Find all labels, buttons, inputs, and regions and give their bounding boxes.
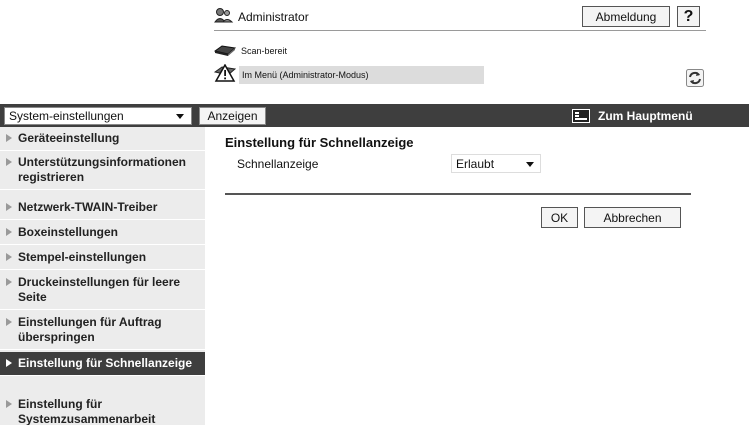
sidebar: Geräteeinstellung Unterstützungsinformat…: [0, 127, 205, 425]
chevron-down-icon: [176, 114, 184, 119]
header-divider: [214, 30, 706, 31]
sidebar-item-label: Einstellung für Schnellanzeige: [18, 356, 193, 370]
main-menu-label: Zum Hauptmenü: [598, 109, 693, 123]
device-status-text: Im Menü (Administrator-Modus): [239, 65, 484, 84]
sidebar-item-skip-job[interactable]: Einstellungen für Auftrag überspringen: [0, 311, 205, 350]
nav-bar: System-einstellungen Anzeigen Zum Hauptm…: [0, 104, 749, 127]
triangle-right-icon: [6, 253, 12, 261]
main-menu-icon: [572, 109, 590, 123]
device-status: Im Menü (Administrator-Modus): [213, 63, 484, 85]
triangle-right-icon: [6, 400, 12, 408]
system-settings-select[interactable]: System-einstellungen: [4, 107, 192, 125]
refresh-icon[interactable]: [686, 69, 704, 87]
logout-button[interactable]: Abmeldung: [582, 6, 670, 27]
user-name: Administrator: [238, 9, 309, 24]
scan-status-text: Scan-bereit: [241, 46, 288, 56]
sidebar-item-label: Unterstützungsinformationen registrieren: [18, 155, 186, 184]
triangle-right-icon: [6, 318, 12, 326]
sidebar-item-device-settings[interactable]: Geräteeinstellung: [0, 127, 205, 151]
admin-icon: [214, 7, 234, 26]
quick-display-label: Schnellanzeige: [237, 157, 319, 171]
system-settings-select-label: System-einstellungen: [9, 109, 124, 123]
triangle-right-icon: [6, 228, 12, 236]
main-menu-link[interactable]: Zum Hauptmenü: [572, 107, 693, 125]
scanner-icon: [213, 44, 237, 58]
quick-display-select[interactable]: Erlaubt: [451, 154, 541, 173]
show-button[interactable]: Anzeigen: [199, 107, 266, 125]
ok-button[interactable]: OK: [541, 207, 578, 228]
divider: [225, 193, 691, 195]
sidebar-item-label: Boxeinstellungen: [18, 225, 119, 239]
page-title: Einstellung für Schnellanzeige: [225, 135, 414, 150]
sidebar-item-label: Stempel-einstellungen: [18, 250, 147, 264]
sidebar-item-label: Einstellung für Systemzusammenarbeit: [18, 397, 156, 425]
sidebar-item-box-settings[interactable]: Boxeinstellungen: [0, 221, 205, 245]
sidebar-item-label: Geräteeinstellung: [18, 131, 120, 145]
sidebar-item-label: Einstellungen für Auftrag überspringen: [18, 315, 162, 344]
sidebar-item-support-info[interactable]: Unterstützungsinformationen registrieren: [0, 151, 205, 190]
sidebar-item-twain-driver[interactable]: Netzwerk-TWAIN-Treiber: [0, 196, 205, 220]
sidebar-item-stamp-settings[interactable]: Stempel-einstellungen: [0, 246, 205, 270]
scan-status: Scan-bereit: [213, 44, 288, 58]
sidebar-item-blank-page-print[interactable]: Druckeinstellungen für leere Seite: [0, 271, 205, 310]
warning-icon: [213, 63, 237, 85]
cancel-button[interactable]: Abbrechen: [584, 207, 681, 228]
triangle-right-icon: [6, 203, 12, 211]
triangle-right-icon: [6, 278, 12, 286]
sidebar-item-quick-display[interactable]: Einstellung für Schnellanzeige: [0, 352, 205, 376]
quick-display-value: Erlaubt: [456, 156, 495, 171]
sidebar-item-label: Druckeinstellungen für leere Seite: [18, 275, 181, 304]
triangle-right-icon: [6, 134, 12, 142]
help-button[interactable]: ?: [677, 6, 700, 27]
sidebar-item-system-cooperation[interactable]: Einstellung für Systemzusammenarbeit: [0, 393, 205, 425]
triangle-right-icon: [6, 158, 12, 166]
chevron-down-icon: [526, 162, 534, 167]
user-info: Administrator: [214, 7, 309, 26]
sidebar-item-label: Netzwerk-TWAIN-Treiber: [18, 200, 158, 214]
triangle-right-icon: [6, 359, 12, 367]
